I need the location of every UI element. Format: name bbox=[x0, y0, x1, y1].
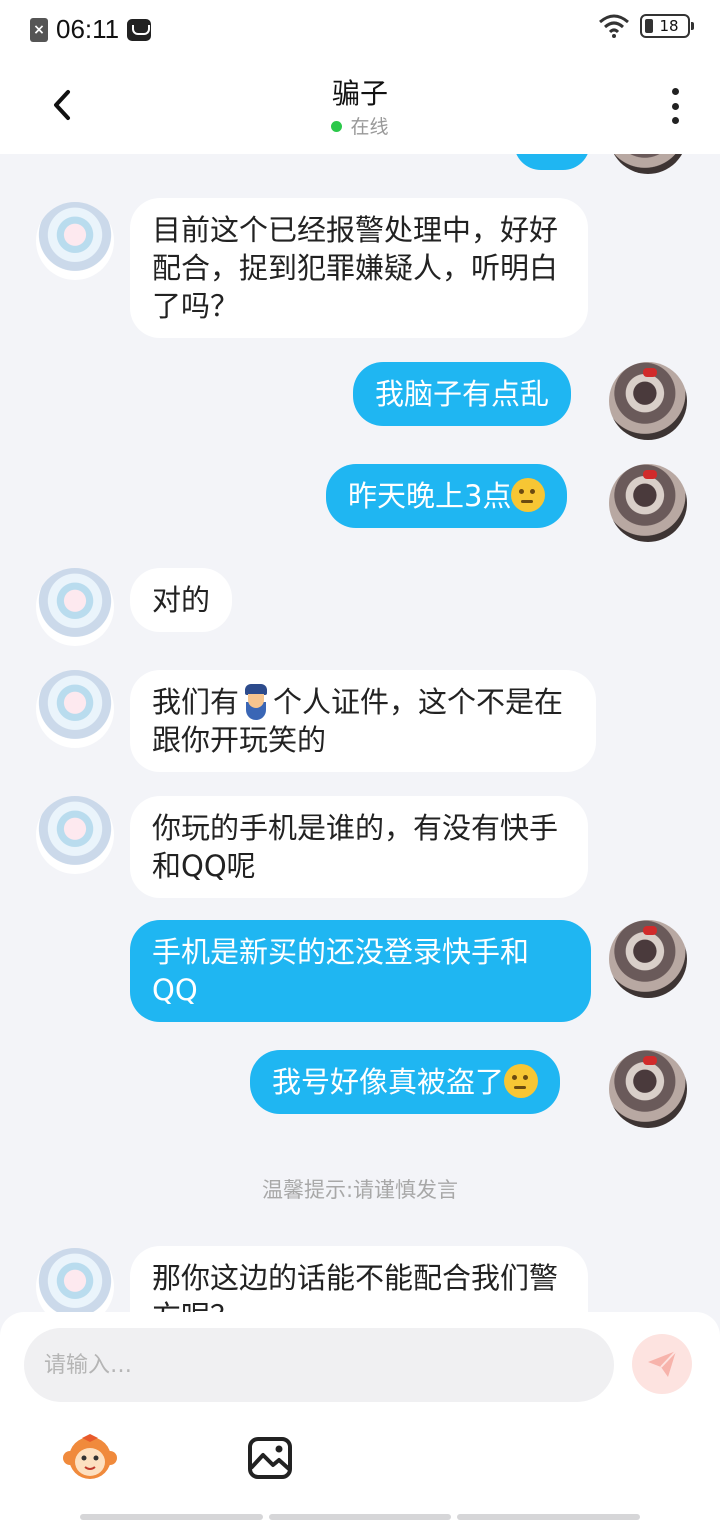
contact-avatar[interactable] bbox=[36, 202, 114, 280]
contact-avatar[interactable] bbox=[36, 670, 114, 748]
message-bubble: 目前这个已经报警处理中，好好配合，捉到犯罪嫌疑人，听明白了吗？ bbox=[130, 198, 588, 338]
status-time: 06:11 bbox=[56, 14, 120, 44]
message-bubble: 我脑子有点乱 bbox=[353, 362, 572, 426]
contact-avatar[interactable] bbox=[36, 568, 114, 646]
chat-header: 骗子 在线 bbox=[0, 58, 720, 154]
status-bar: × 06:11 18 bbox=[0, 0, 720, 58]
image-icon bbox=[248, 1437, 292, 1479]
message-list[interactable]: 目前这个已经报警处理中，好好配合，捉到犯罪嫌疑人，听明白了吗？ 我脑子有点乱 昨… bbox=[0, 154, 720, 1312]
self-avatar[interactable] bbox=[609, 154, 687, 174]
self-avatar[interactable] bbox=[609, 362, 687, 440]
system-tip: 温馨提示:请谨慎发言 bbox=[261, 1178, 459, 1202]
thinking-face-icon bbox=[504, 1064, 539, 1098]
send-button[interactable] bbox=[632, 1334, 692, 1394]
message-bubble: 你玩的手机是谁的，有没有快手和QQ呢 bbox=[130, 796, 588, 898]
message-bubble: 手机是新买的还没登录快手和QQ bbox=[130, 920, 591, 1022]
message-bubble-partial bbox=[514, 154, 590, 170]
battery-icon: 18 bbox=[640, 14, 694, 38]
contact-avatar[interactable] bbox=[36, 1248, 114, 1312]
emoji-sticker-button[interactable] bbox=[62, 1432, 118, 1482]
message-bubble: 我号好像真被盗了 bbox=[250, 1050, 561, 1114]
monkey-mascot-icon bbox=[63, 1434, 117, 1479]
send-icon bbox=[648, 1350, 677, 1377]
self-avatar[interactable] bbox=[609, 920, 687, 998]
online-dot-icon bbox=[331, 121, 343, 132]
image-picker-button[interactable] bbox=[246, 1436, 294, 1480]
message-input[interactable] bbox=[24, 1328, 614, 1402]
self-avatar[interactable] bbox=[609, 464, 687, 542]
thinking-face-icon bbox=[511, 478, 546, 512]
contact-name: 骗子 bbox=[331, 77, 388, 110]
wifi-icon bbox=[599, 14, 629, 38]
contact-avatar[interactable] bbox=[36, 796, 114, 874]
notification-icon: × bbox=[30, 17, 48, 42]
message-bubble: 对的 bbox=[130, 568, 233, 632]
app-notification-icon bbox=[127, 18, 152, 41]
message-composer bbox=[0, 1312, 720, 1520]
presence-status: 在线 bbox=[0, 112, 720, 139]
message-bubble: 昨天晚上3点 bbox=[326, 464, 568, 528]
self-avatar[interactable] bbox=[609, 1050, 687, 1128]
police-officer-icon bbox=[241, 684, 271, 718]
gesture-bar bbox=[80, 1514, 641, 1520]
more-options-button[interactable] bbox=[660, 84, 690, 128]
message-bubble: 我们有 个人证件，这个不是在跟你开玩笑的 bbox=[130, 670, 596, 772]
message-bubble: 那你这边的话能不能配合我们警方呢？ bbox=[130, 1246, 588, 1312]
